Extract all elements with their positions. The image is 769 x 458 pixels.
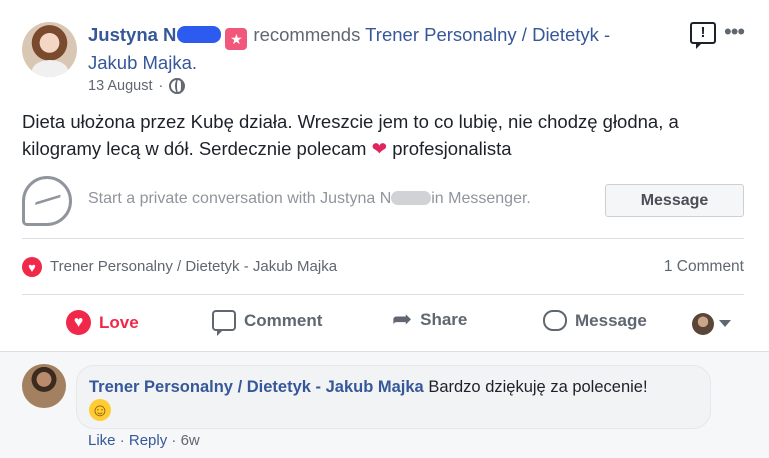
recommends-verb: recommends [253, 24, 361, 45]
divider [22, 294, 744, 295]
post-card: Justyna N ★ recommends Trener Personalny /… [0, 0, 769, 458]
comment-icon [212, 310, 236, 336]
report-icon[interactable]: ! [690, 22, 716, 49]
messenger-prompt: Start a private conversation with Justyn… [88, 190, 531, 207]
comment-reply-link[interactable]: Reply [129, 432, 167, 449]
heart-emoji-icon: ❤ [371, 138, 388, 159]
messenger-icon [22, 176, 72, 226]
commenter-avatar[interactable] [22, 364, 66, 408]
love-button[interactable]: ♥ Love [66, 310, 139, 335]
comment-age[interactable]: 6w [181, 432, 200, 449]
comment-bubble: Trener Personalny / Dietetyk - Jakub Maj… [76, 365, 711, 429]
share-icon: ➦ [392, 306, 413, 333]
post-date[interactable]: 13 August [88, 78, 153, 94]
comment-author[interactable]: Trener Personalny / Dietetyk - Jakub Maj… [89, 378, 424, 396]
recommendation-star-icon: ★ [225, 28, 248, 50]
comment-count[interactable]: 1 Comment [664, 258, 744, 276]
comment-actions: Like · Reply · 6w [88, 432, 200, 449]
author-name[interactable]: Justyna N [88, 24, 176, 45]
viewer-avatar[interactable] [692, 313, 714, 335]
globe-icon[interactable] [169, 78, 186, 94]
post-header: Justyna N ★ recommends Trener Personalny /… [88, 22, 658, 75]
message-button[interactable]: Message [605, 184, 744, 217]
reaction-names[interactable]: Trener Personalny / Dietetyk - Jakub Maj… [50, 258, 337, 275]
comment-button[interactable]: Comment [212, 310, 322, 336]
author-avatar[interactable] [22, 22, 77, 77]
post-text: Dieta ułożona przez Kubę działa. Wreszci… [22, 111, 679, 159]
message-icon [543, 310, 567, 331]
smile-emoji-icon [89, 398, 111, 422]
comment-like-link[interactable]: Like [88, 432, 116, 449]
message-action-button[interactable]: Message [543, 310, 647, 331]
love-icon: ♥ [66, 310, 91, 335]
comment-text: Bardzo dziękuję za polecenie! [428, 378, 648, 396]
divider [22, 238, 744, 239]
post-meta: 13 August · [88, 78, 186, 94]
redacted-name-block [177, 26, 222, 43]
redacted-name-block [391, 191, 432, 205]
share-button[interactable]: ➦ Share [392, 306, 467, 333]
chevron-down-icon[interactable] [719, 320, 731, 327]
more-icon[interactable]: ••• [724, 21, 745, 43]
love-reaction-icon[interactable] [22, 257, 42, 277]
